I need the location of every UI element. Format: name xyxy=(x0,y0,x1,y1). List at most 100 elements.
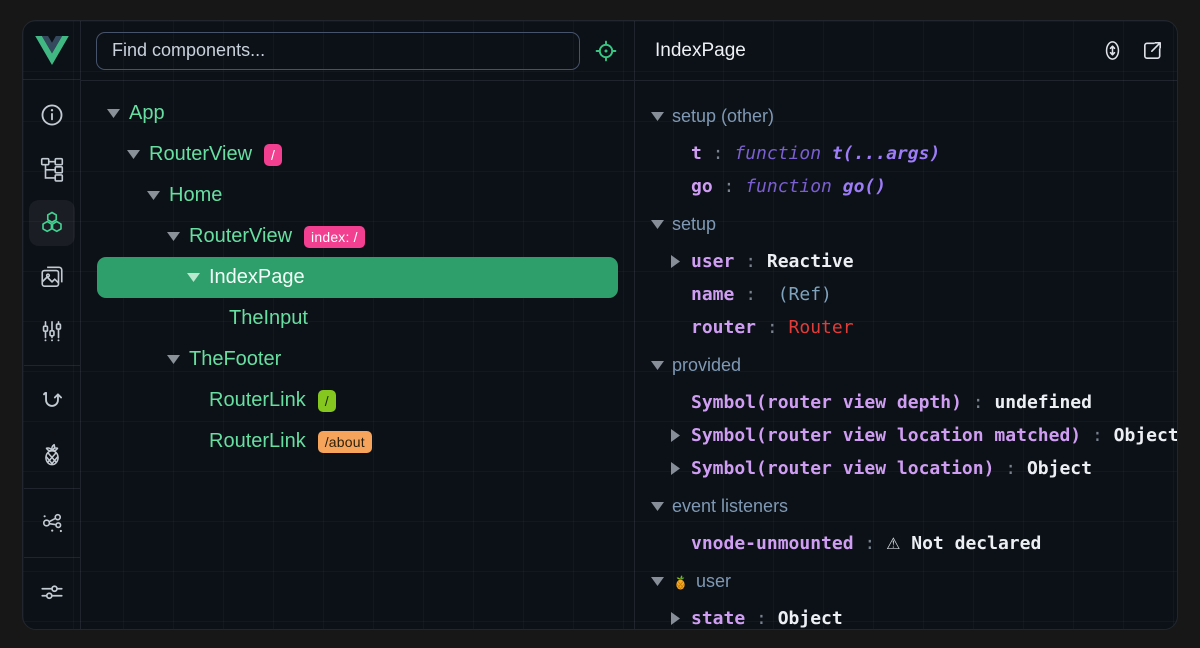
tree-node-routerlink-7[interactable]: RouterLink/ xyxy=(97,380,618,421)
sidebar-item-assets[interactable] xyxy=(29,254,75,300)
chevron-right-icon[interactable] xyxy=(671,612,683,625)
state-key: router xyxy=(691,317,756,338)
key-value-separator: : xyxy=(713,176,746,197)
tree-node-label: RouterLink xyxy=(209,389,306,412)
pages-hierarchy-icon xyxy=(39,156,65,182)
state-value: undefined xyxy=(994,392,1092,413)
section-header-setup[interactable]: setup xyxy=(651,207,1177,241)
pinia-pineapple-icon xyxy=(672,572,689,591)
section-header-user[interactable]: user xyxy=(651,564,1177,598)
inspector-panel: IndexPage setup (other) t : function t(..… xyxy=(635,21,1177,629)
key-value-separator: : xyxy=(702,143,735,164)
tree-node-label: App xyxy=(129,102,165,125)
state-key: state xyxy=(691,608,745,629)
inspector-title: IndexPage xyxy=(655,40,1085,62)
section-label: provided xyxy=(672,355,741,376)
tree-node-routerlink-8[interactable]: RouterLink/about xyxy=(97,421,618,462)
state-row-state[interactable]: state : Object xyxy=(651,602,1177,629)
chevron-down-icon[interactable] xyxy=(167,232,180,241)
state-key: user xyxy=(691,251,734,272)
sidebar-divider xyxy=(24,557,80,558)
state-row-user[interactable]: user : Reactive xyxy=(651,245,1177,278)
key-value-separator: : xyxy=(734,251,767,272)
state-row-symbol-router-view-location-[interactable]: Symbol(router view location) : Object xyxy=(651,452,1177,485)
section-label: setup xyxy=(672,214,716,235)
inspect-dom-icon[interactable] xyxy=(593,38,619,64)
route-badge: /about xyxy=(318,431,372,453)
state-value: Reactive xyxy=(767,251,854,272)
state-row-router: router : Router xyxy=(651,311,1177,344)
chevron-down-icon[interactable] xyxy=(651,502,664,511)
tree-node-routerview-1[interactable]: RouterView / xyxy=(97,134,618,175)
tree-node-label: RouterView xyxy=(149,143,252,166)
state-value: t(...args) xyxy=(832,143,940,164)
chevron-right-icon[interactable] xyxy=(671,255,683,268)
key-value-separator: : xyxy=(854,533,887,554)
state-value: function xyxy=(734,143,832,164)
sidebar-item-info[interactable] xyxy=(29,92,75,138)
section-header-setup-other-[interactable]: setup (other) xyxy=(651,99,1177,133)
state-row-vnode-unmounted: vnode-unmounted : ⚠ Not declared xyxy=(651,527,1177,560)
state-key: t xyxy=(691,143,702,164)
state-row-symbol-router-view-location-matched-[interactable]: Symbol(router view location matched) : O… xyxy=(651,419,1177,452)
sidebar-item-settings[interactable] xyxy=(29,569,75,615)
chevron-down-icon[interactable] xyxy=(651,220,664,229)
tree-node-thefooter-6[interactable]: TheFooter xyxy=(97,339,618,380)
sidebar-item-pinia[interactable] xyxy=(29,431,75,477)
sidebar xyxy=(23,21,81,629)
vue-devtools-window: App RouterView / Home RouterViewindex: / Inde… xyxy=(22,20,1178,630)
key-value-separator: : xyxy=(756,317,789,338)
tree-node-label: IndexPage xyxy=(209,266,305,289)
state-value: Object xyxy=(1027,458,1092,479)
chevron-down-icon[interactable] xyxy=(147,191,160,200)
inspector-state: setup (other)t : function t(...args)go :… xyxy=(635,81,1177,629)
section-header-event-listeners[interactable]: event listeners xyxy=(651,489,1177,523)
chevron-down-icon[interactable] xyxy=(167,355,180,364)
state-value: Not declared xyxy=(900,533,1041,554)
chevron-right-icon[interactable] xyxy=(671,462,683,475)
route-badge: / xyxy=(264,144,282,166)
warning-icon: ⚠ xyxy=(886,534,900,553)
sidebar-divider xyxy=(24,365,80,366)
key-value-separator: : xyxy=(734,284,767,305)
state-row-t: t : function t(...args) xyxy=(651,137,1177,170)
vue-logo xyxy=(23,21,80,80)
settings-icon xyxy=(39,579,65,605)
sidebar-item-graph[interactable] xyxy=(29,500,75,546)
components-tree-panel: App RouterView / Home RouterViewindex: / Inde… xyxy=(81,21,635,629)
timeline-icon xyxy=(39,318,65,344)
chevron-down-icon[interactable] xyxy=(651,577,664,586)
tree-node-app-0[interactable]: App xyxy=(97,93,618,134)
tree-node-routerview-3[interactable]: RouterViewindex: / xyxy=(97,216,618,257)
graph-icon xyxy=(39,510,65,536)
chevron-down-icon[interactable] xyxy=(651,112,664,121)
state-row-name: name : (Ref) xyxy=(651,278,1177,311)
search-input[interactable] xyxy=(96,32,580,70)
tree-node-home-2[interactable]: Home xyxy=(97,175,618,216)
section-header-provided[interactable]: provided xyxy=(651,348,1177,382)
state-value: Object xyxy=(778,608,843,629)
state-key: Symbol(router view location) xyxy=(691,458,994,479)
tree-node-label: TheFooter xyxy=(189,348,281,371)
tree-node-label: Home xyxy=(169,184,222,207)
sidebar-item-router[interactable] xyxy=(29,377,75,423)
state-row-symbol-router-view-depth-: Symbol(router view depth) : undefined xyxy=(651,386,1177,419)
open-in-editor-icon[interactable] xyxy=(1139,38,1165,64)
sidebar-item-pages-hierarchy[interactable] xyxy=(29,146,75,192)
chevron-right-icon[interactable] xyxy=(671,429,683,442)
sidebar-divider xyxy=(24,488,80,489)
state-key: Symbol(router view location matched) xyxy=(691,425,1081,446)
tree-node-theinput-5[interactable]: TheInput xyxy=(97,298,618,339)
component-tree: App RouterView / Home RouterViewindex: / Inde… xyxy=(81,81,634,629)
tree-node-indexpage-4[interactable]: IndexPage xyxy=(97,257,618,298)
scroll-to-component-icon[interactable] xyxy=(1099,38,1125,64)
sidebar-item-timeline[interactable] xyxy=(29,308,75,354)
assets-icon xyxy=(39,264,65,290)
sidebar-item-components[interactable] xyxy=(29,200,75,246)
inspector-header: IndexPage xyxy=(635,21,1177,81)
chevron-down-icon[interactable] xyxy=(187,273,200,282)
section-label: setup (other) xyxy=(672,106,774,127)
chevron-down-icon[interactable] xyxy=(107,109,120,118)
chevron-down-icon[interactable] xyxy=(127,150,140,159)
chevron-down-icon[interactable] xyxy=(651,361,664,370)
